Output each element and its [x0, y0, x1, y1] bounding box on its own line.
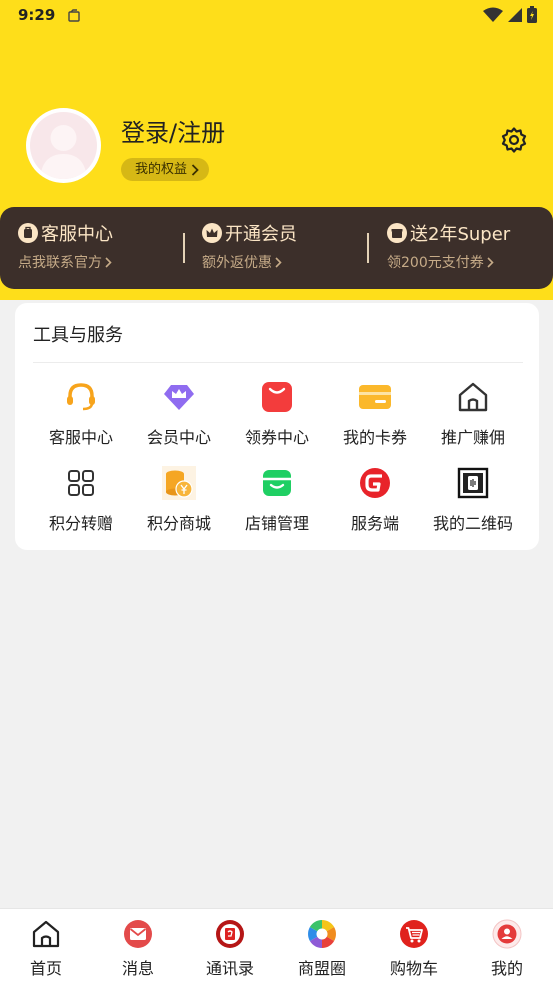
- crown-shield-icon: [162, 380, 196, 414]
- tool-points-mall[interactable]: 积分商城: [130, 466, 228, 546]
- gift-badge-icon: [387, 223, 407, 243]
- member-item-title: 开通会员: [225, 224, 297, 245]
- member-item-title: 送2年Super: [410, 224, 511, 245]
- tool-coupon-center[interactable]: 领券中心: [228, 380, 326, 460]
- tool-label: 积分转赠: [48, 514, 113, 533]
- tool-label: 领券中心: [244, 428, 309, 447]
- settings-gear-icon[interactable]: [500, 126, 528, 154]
- nav-label: 消息: [121, 959, 154, 978]
- nav-home[interactable]: 首页: [0, 909, 92, 984]
- nav-label: 购物车: [389, 959, 438, 978]
- wifi-icon: [483, 7, 503, 22]
- tool-label: 积分商城: [146, 514, 211, 533]
- tool-member-center[interactable]: 会员中心: [130, 380, 228, 460]
- card-icon: [358, 380, 392, 414]
- camera-aperture-icon: [307, 919, 337, 949]
- tool-my-cards[interactable]: 我的卡券: [326, 380, 424, 460]
- chevron-right-icon: [275, 256, 282, 268]
- status-indicators: [483, 6, 537, 23]
- tool-label: 我的卡券: [342, 428, 407, 447]
- tool-label: 推广赚佣: [440, 428, 505, 447]
- grid-icon: [64, 466, 98, 500]
- tool-label: 我的二维码: [432, 514, 513, 533]
- nav-contacts[interactable]: 通讯录: [184, 909, 276, 984]
- chevron-right-icon: [487, 256, 494, 268]
- battery-icon: [527, 6, 537, 23]
- tool-my-qrcode[interactable]: 我的二维码: [424, 466, 522, 546]
- coin-stack-icon: [162, 466, 196, 500]
- avatar-placeholder-icon: [30, 112, 97, 179]
- tool-label: 服务端: [350, 514, 399, 533]
- status-bar: 9:29: [0, 0, 553, 32]
- tool-service-end[interactable]: 服务端: [326, 466, 424, 546]
- nav-business-circle[interactable]: 商盟圈: [276, 909, 368, 984]
- service-logo-icon: [358, 466, 392, 500]
- tool-promote-earn[interactable]: 推广赚佣: [424, 380, 522, 460]
- signal-icon: [508, 7, 522, 22]
- headset-icon: [64, 380, 98, 414]
- member-item-subtitle: 领200元支付券: [387, 255, 484, 271]
- status-time: 9:29: [18, 6, 56, 24]
- nav-mine[interactable]: 我的: [461, 909, 553, 984]
- nav-label: 首页: [29, 959, 62, 978]
- divider: [183, 233, 185, 263]
- login-register-link[interactable]: 登录/注册: [121, 113, 225, 148]
- member-item-super-gift[interactable]: 送2年Super 领200元支付券: [387, 220, 510, 272]
- chevron-right-icon: [105, 256, 112, 268]
- home-icon: [31, 919, 61, 949]
- tool-label: 客服中心: [48, 428, 113, 447]
- divider: [33, 362, 523, 363]
- nav-messages[interactable]: 消息: [92, 909, 184, 984]
- tool-label: 会员中心: [146, 428, 211, 447]
- member-item-title: 客服中心: [41, 224, 113, 245]
- tool-label: 店铺管理: [244, 514, 309, 533]
- tool-shop-management[interactable]: 店铺管理: [228, 466, 326, 546]
- notification-icon: [67, 8, 81, 27]
- contacts-icon: [215, 919, 245, 949]
- nav-cart[interactable]: 购物车: [368, 909, 460, 984]
- member-promo-bar: 客服中心 点我联系官方 开通会员 额外返优惠 送2年Super 领200元支付券: [0, 207, 553, 289]
- mail-icon: [123, 919, 153, 949]
- avatar[interactable]: [26, 108, 101, 183]
- member-item-open-vip[interactable]: 开通会员 额外返优惠: [202, 220, 297, 272]
- crown-badge-icon: [202, 223, 222, 243]
- tools-title: 工具与服务: [33, 325, 123, 346]
- tools-services-card: 工具与服务 客服中心 会员中心 领券中心 我的卡券 推广赚佣 积分转赠 积分商城…: [15, 303, 539, 550]
- nav-label: 商盟圈: [297, 959, 346, 978]
- divider: [367, 233, 369, 263]
- bottom-nav: 首页 消息 通讯录 商盟圈 购物车 我的: [0, 908, 553, 984]
- nav-label: 通讯录: [205, 959, 254, 978]
- home-outline-icon: [456, 380, 490, 414]
- person-icon: [492, 919, 522, 949]
- service-badge-icon: [18, 223, 38, 243]
- member-item-subtitle: 点我联系官方: [18, 255, 102, 271]
- member-item-subtitle: 额外返优惠: [202, 255, 272, 271]
- cart-icon: [399, 919, 429, 949]
- nav-label: 我的: [490, 959, 523, 978]
- shop-icon: [260, 466, 294, 500]
- qr-code-icon: [456, 466, 490, 500]
- my-benefits-label: 我的权益: [135, 162, 188, 177]
- tool-points-transfer[interactable]: 积分转赠: [32, 466, 130, 546]
- coupon-bag-icon: [260, 380, 294, 414]
- chevron-right-icon: [191, 163, 199, 176]
- tool-customer-service[interactable]: 客服中心: [32, 380, 130, 460]
- my-benefits-button[interactable]: 我的权益: [121, 158, 210, 181]
- member-item-customer-service[interactable]: 客服中心 点我联系官方: [18, 220, 113, 272]
